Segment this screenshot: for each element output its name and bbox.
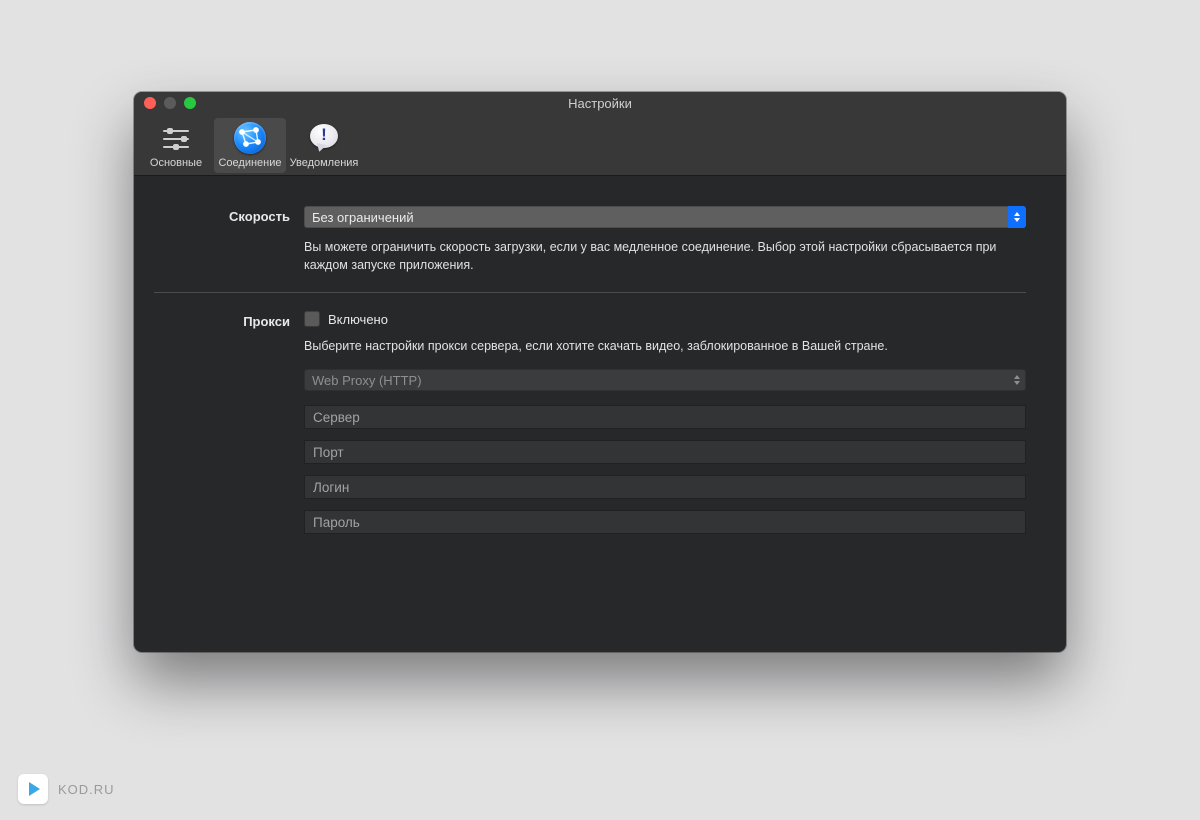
speed-select-value: Без ограничений bbox=[312, 210, 414, 225]
tab-label: Соединение bbox=[218, 157, 281, 169]
watermark-text: KOD.RU bbox=[58, 782, 115, 797]
proxy-hint: Выберите настройки прокси сервера, если … bbox=[304, 337, 1026, 355]
proxy-type-value: Web Proxy (HTTP) bbox=[312, 373, 422, 388]
placeholder: Сервер bbox=[313, 410, 360, 425]
speed-select[interactable]: Без ограничений bbox=[304, 206, 1026, 228]
watermark: KOD.RU bbox=[18, 774, 115, 804]
tab-label: Основные bbox=[150, 157, 202, 169]
placeholder: Пароль bbox=[313, 515, 360, 530]
proxy-label: Прокси bbox=[154, 311, 304, 329]
window-controls bbox=[144, 97, 196, 109]
tab-general[interactable]: Основные bbox=[140, 118, 212, 173]
proxy-type-select[interactable]: Web Proxy (HTTP) bbox=[304, 369, 1026, 391]
proxy-enabled-checkbox[interactable] bbox=[304, 311, 320, 327]
window-title: Настройки bbox=[134, 96, 1066, 111]
toolbar: Основные bbox=[134, 114, 1066, 176]
speed-label: Скорость bbox=[154, 206, 304, 224]
speech-bubble-icon: ! bbox=[308, 122, 340, 154]
tab-label: Уведомления bbox=[290, 157, 359, 169]
minimize-icon[interactable] bbox=[164, 97, 176, 109]
proxy-row: Прокси Включено Выберите настройки прокс… bbox=[154, 311, 1026, 545]
preferences-window: Настройки Основные bbox=[134, 92, 1066, 652]
sliders-icon bbox=[160, 122, 192, 154]
proxy-password-field[interactable]: Пароль bbox=[304, 510, 1026, 534]
proxy-server-field[interactable]: Сервер bbox=[304, 405, 1026, 429]
updown-icon bbox=[1008, 369, 1026, 391]
proxy-enabled-label: Включено bbox=[328, 312, 388, 327]
content-pane: Скорость Без ограничений Вы можете огран… bbox=[134, 176, 1066, 573]
proxy-port-field[interactable]: Порт bbox=[304, 440, 1026, 464]
close-icon[interactable] bbox=[144, 97, 156, 109]
divider bbox=[154, 292, 1026, 293]
titlebar: Настройки bbox=[134, 92, 1066, 114]
speed-hint: Вы можете ограничить скорость загрузки, … bbox=[304, 238, 1026, 274]
zoom-icon[interactable] bbox=[184, 97, 196, 109]
network-icon bbox=[234, 122, 266, 154]
updown-icon bbox=[1008, 206, 1026, 228]
placeholder: Логин bbox=[313, 480, 349, 495]
placeholder: Порт bbox=[313, 445, 344, 460]
speed-row: Скорость Без ограничений Вы можете огран… bbox=[154, 206, 1026, 274]
proxy-login-field[interactable]: Логин bbox=[304, 475, 1026, 499]
play-icon bbox=[18, 774, 48, 804]
tab-notifications[interactable]: ! Уведомления bbox=[288, 118, 360, 173]
tab-connection[interactable]: Соединение bbox=[214, 118, 286, 173]
